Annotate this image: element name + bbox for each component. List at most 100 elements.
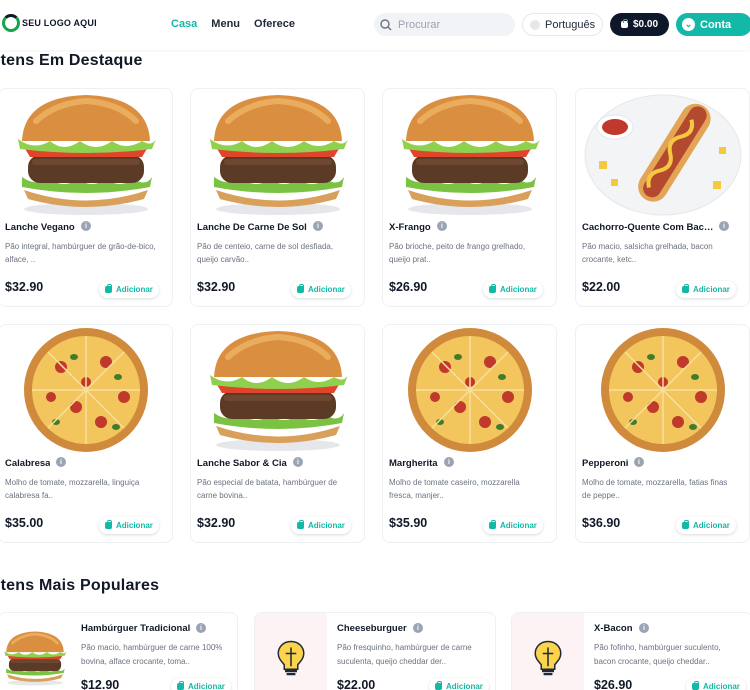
shopping-bag-icon <box>682 520 689 529</box>
shopping-bag-icon <box>489 520 496 529</box>
product-name: Cheeseburguer <box>337 623 407 634</box>
product-card[interactable]: Lanche Sabor & Cia i Pão especial de batat… <box>190 324 365 543</box>
product-image[interactable] <box>197 327 359 453</box>
product-name: Calabresa <box>5 458 51 469</box>
popular-title: Itens Mais Populares <box>0 577 160 594</box>
product-image[interactable] <box>197 91 359 217</box>
logo[interactable]: SEU LOGO AQUI <box>2 14 97 32</box>
product-name: Hambúrguer Tradicional <box>81 623 191 634</box>
add-to-cart-button[interactable]: Adicionar <box>291 281 351 298</box>
product-price: $32.90 <box>197 280 236 294</box>
product-name: Margherita <box>389 458 438 469</box>
product-thumbnail[interactable] <box>0 613 71 690</box>
shopping-bag-icon <box>105 520 112 529</box>
product-card[interactable]: X-Frango i Pão brioche, peito de frango gr… <box>382 88 557 307</box>
add-label: Adicionar <box>693 521 730 530</box>
language-label: Português <box>545 18 596 31</box>
add-to-cart-button[interactable]: Adicionar <box>99 281 159 298</box>
popular-card[interactable]: X-Bacon i Pão fofinho, hambúrguer suculent… <box>511 612 750 690</box>
popular-card[interactable]: Cheeseburguer i Pão fresquinho, hambúrguer… <box>254 612 496 690</box>
product-card[interactable]: Margherita i Molho de tomate caseiro, mozz… <box>382 324 557 543</box>
add-to-cart-button[interactable]: Adicionar <box>676 281 736 298</box>
nav-link-casa[interactable]: Casa <box>171 18 197 30</box>
info-icon[interactable]: i <box>313 221 323 231</box>
info-icon[interactable]: i <box>81 221 91 231</box>
product-description: Pão especial de batata, hambúrguer de ca… <box>197 478 338 500</box>
add-to-cart-button[interactable]: Adicionar <box>171 678 231 690</box>
product-name: Cachorro-Quente Com Bac… <box>582 222 714 233</box>
product-card[interactable]: Lanche De Carne De Sol i Pão de centeio, c… <box>190 88 365 307</box>
product-description: Pão fofinho, hambúrguer suculento, bacon… <box>594 643 721 666</box>
product-description: Pão macio, salsicha grelhada, bacon croc… <box>582 242 713 264</box>
top-navbar: SEU LOGO AQUI Casa Menu Oferece Portuguê… <box>0 0 750 50</box>
shopping-bag-icon <box>177 681 184 690</box>
popular-card[interactable]: Hambúrguer Tradicional i Pão macio, hambúr… <box>0 612 238 690</box>
add-to-cart-button[interactable]: Adicionar <box>676 517 736 534</box>
language-selector[interactable]: Português <box>522 13 603 36</box>
shopping-bag-icon <box>105 284 112 293</box>
info-icon[interactable]: i <box>444 457 454 467</box>
bulb-icon <box>276 638 306 678</box>
product-image[interactable] <box>389 91 551 217</box>
product-card[interactable]: Cachorro-Quente Com Bac… i Pão macio, sals… <box>575 88 750 307</box>
info-icon[interactable]: i <box>639 623 649 633</box>
product-description: Molho de tomate, mozzarella, fatias fina… <box>582 478 728 500</box>
cart-total: $0.00 <box>632 19 659 30</box>
info-icon[interactable]: i <box>437 221 447 231</box>
shopping-bag-icon <box>435 681 442 690</box>
product-card[interactable]: Lanche Vegano i Pão integral, hambúrguer d… <box>0 88 173 307</box>
product-image[interactable] <box>5 91 167 217</box>
product-price: $26.90 <box>389 280 428 294</box>
cart-button[interactable]: $0.00 <box>610 13 669 36</box>
info-icon[interactable]: i <box>634 457 644 467</box>
product-name: X-Frango <box>389 222 431 233</box>
product-thumbnail[interactable] <box>255 613 327 690</box>
product-thumbnail[interactable] <box>512 613 584 690</box>
shopping-bag-icon <box>297 520 304 529</box>
product-price: $32.90 <box>197 516 236 530</box>
product-image[interactable] <box>389 327 551 453</box>
add-to-cart-button[interactable]: Adicionar <box>686 678 746 690</box>
product-description: Molho de tomate caseiro, mozzarella fres… <box>389 478 520 500</box>
add-to-cart-button[interactable]: Adicionar <box>483 517 543 534</box>
info-icon[interactable]: i <box>293 457 303 467</box>
product-image[interactable] <box>582 327 744 453</box>
product-image[interactable] <box>582 91 744 217</box>
add-to-cart-button[interactable]: Adicionar <box>99 517 159 534</box>
info-icon[interactable]: i <box>56 457 66 467</box>
product-image[interactable] <box>5 327 167 453</box>
account-label: Conta <box>700 18 732 31</box>
account-button[interactable]: ⌄ Conta <box>676 13 750 36</box>
product-price: $32.90 <box>5 280 44 294</box>
product-card[interactable]: Calabresa i Molho de tomate, mozzarella, l… <box>0 324 173 543</box>
logo-text: SEU LOGO AQUI <box>22 18 97 28</box>
product-image[interactable] <box>0 623 71 690</box>
add-to-cart-button[interactable]: Adicionar <box>483 281 543 298</box>
shopping-bag-icon <box>297 284 304 293</box>
info-icon[interactable]: i <box>719 221 729 231</box>
add-label: Adicionar <box>500 521 537 530</box>
nav-link-oferece[interactable]: Oferece <box>254 18 295 30</box>
info-icon[interactable]: i <box>413 623 423 633</box>
product-name: Lanche De Carne De Sol <box>197 222 307 233</box>
nav-link-menu[interactable]: Menu <box>211 18 240 30</box>
add-label: Adicionar <box>446 682 483 690</box>
add-label: Adicionar <box>116 285 153 294</box>
search-bar <box>374 13 515 36</box>
bulb-icon <box>533 638 563 678</box>
product-description: Pão macio, hambúrguer de carne 100% bovi… <box>81 643 223 666</box>
flag-icon <box>530 19 540 30</box>
add-label: Adicionar <box>308 285 345 294</box>
add-to-cart-button[interactable]: Adicionar <box>291 517 351 534</box>
add-label: Adicionar <box>500 285 537 294</box>
product-name: X-Bacon <box>594 623 633 634</box>
add-label: Adicionar <box>308 521 345 530</box>
add-to-cart-button[interactable]: Adicionar <box>429 678 489 690</box>
shopping-bag-icon <box>692 681 699 690</box>
add-label: Adicionar <box>188 682 225 690</box>
product-card[interactable]: Pepperoni i Molho de tomate, mozzarella, f… <box>575 324 750 543</box>
search-input[interactable] <box>398 18 508 31</box>
main-nav: Casa Menu Oferece <box>171 18 295 30</box>
shopping-bag-icon <box>620 19 628 28</box>
info-icon[interactable]: i <box>196 623 206 633</box>
